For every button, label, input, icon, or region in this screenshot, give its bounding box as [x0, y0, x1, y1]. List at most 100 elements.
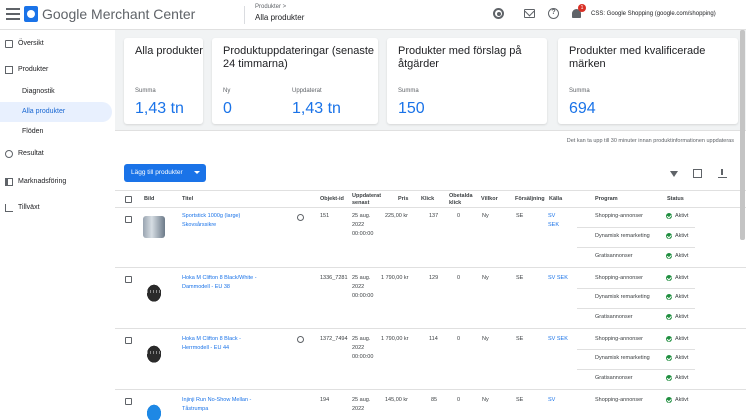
card-value: 1,43 tn — [135, 100, 184, 117]
status-label: Aktivt — [675, 253, 689, 259]
sidebar-item-diagnostik[interactable]: Diagnostik — [0, 82, 112, 102]
program-name: Shopping-annonser — [595, 213, 644, 219]
status-label: Aktivt — [675, 397, 689, 403]
status-label: Aktivt — [675, 233, 689, 239]
select-all-checkbox[interactable] — [125, 196, 132, 203]
dropdown-caret-icon — [194, 171, 200, 174]
card-value: 694 — [569, 100, 596, 117]
mail-icon[interactable] — [524, 9, 535, 18]
active-status-icon — [666, 213, 672, 219]
info-icon[interactable] — [297, 336, 304, 343]
sidebar-item-label: Marknadsföring — [18, 178, 67, 185]
add-products-button[interactable]: Lägg till produkter — [124, 164, 206, 182]
table-row[interactable]: Hoka M Clifton 8 Black - Herrmodell - EU… — [115, 329, 746, 390]
column-header-program[interactable]: Program — [595, 194, 618, 203]
sidebar-item-label: Tillväxt — [18, 204, 40, 211]
card-qualified-brands[interactable]: Produkter med kvalificerade märken Summa… — [558, 38, 738, 124]
columns-icon[interactable] — [693, 169, 702, 178]
sidebar-item-produkter[interactable]: Produkter — [0, 60, 112, 80]
source-link[interactable]: SV SEK — [548, 335, 568, 344]
object-id: 1372_7494 — [320, 336, 348, 342]
status-label: Aktivt — [675, 355, 689, 361]
product-title-link[interactable]: Hoka M Clifton 8 Black - Herrmodell - EU… — [182, 335, 267, 353]
download-icon[interactable] — [718, 169, 727, 178]
card-all-products[interactable]: Alla produkter Summa 1,43 tn — [124, 38, 203, 124]
top-app-bar: Google Merchant Center Produkter > Alla … — [0, 0, 746, 30]
unpaid-clicks: 0 — [457, 275, 461, 281]
help-icon[interactable]: ? — [548, 8, 559, 19]
account-name[interactable]: CSS: Google Shopping (google.com/shoppin… — [591, 11, 716, 17]
card-label: Summa — [569, 88, 590, 94]
sidebar-item-label: Diagnostik — [22, 88, 55, 95]
program-name: Shopping-annonser — [595, 397, 644, 403]
update-notice: Det kan ta upp till 30 minuter innan pro… — [566, 138, 734, 144]
column-header-title[interactable]: Titel — [182, 194, 193, 203]
clicks: 137 — [429, 213, 439, 219]
app-name: Google Merchant Center — [42, 6, 196, 22]
sidebar-item-alla-produkter[interactable]: Alla produkter — [0, 102, 112, 122]
product-title-link[interactable]: Injinji Run No-Show Mellan - Tåstrumpa — [182, 396, 267, 414]
marketing-icon — [5, 178, 13, 186]
table-row[interactable]: Sportstick 1000g (large) Skovsårssikre 1… — [115, 208, 746, 268]
unpaid-clicks: 0 — [457, 397, 461, 403]
condition: Ny — [482, 275, 489, 281]
product-title-link[interactable]: Hoka M Clifton 8 Black/White - Dammodell… — [182, 274, 267, 292]
product-image — [143, 341, 165, 363]
sidebar-item-tillvaxt[interactable]: Tillväxt — [0, 198, 112, 218]
menu-icon[interactable] — [6, 8, 20, 20]
settings-gear-icon[interactable] — [493, 8, 504, 19]
divider — [244, 6, 245, 24]
info-icon[interactable] — [297, 214, 304, 221]
main-content: Alla produkter Summa 1,43 tn Produktuppd… — [115, 30, 746, 420]
clicks: 129 — [429, 275, 439, 281]
breadcrumb-parent[interactable]: Produkter > — [255, 4, 286, 10]
source-currency[interactable]: SEK — [548, 221, 559, 230]
column-header-object-id[interactable]: Objekt-id — [320, 194, 344, 203]
card-product-updates[interactable]: Produktuppdateringar (senaste 24 timmarn… — [212, 38, 378, 124]
filter-icon[interactable] — [670, 171, 678, 177]
unpaid-clicks: 0 — [457, 336, 461, 342]
price: 145,00 kr — [385, 397, 408, 403]
table-row[interactable]: Hoka M Clifton 8 Black/White - Dammodell… — [115, 268, 746, 329]
column-header-condition[interactable]: Villkor — [481, 194, 498, 203]
program-name: Shopping-annonser — [595, 336, 644, 342]
column-header-updated[interactable]: Uppdaterat senast — [352, 191, 382, 207]
card-value: 150 — [398, 100, 425, 117]
status-label: Aktivt — [675, 375, 689, 381]
source-link[interactable]: SV SEK — [548, 274, 568, 283]
product-title-link[interactable]: Sportstick 1000g (large) Skovsårssikre — [182, 212, 262, 230]
column-header-unpaid-clicks[interactable]: Obetalda klick — [449, 191, 475, 207]
row-checkbox[interactable] — [125, 276, 132, 283]
column-header-status[interactable]: Status — [667, 194, 684, 203]
row-checkbox[interactable] — [125, 398, 132, 405]
column-header-source[interactable]: Källa — [549, 194, 562, 203]
unpaid-clicks: 0 — [457, 213, 461, 219]
status-label: Aktivt — [675, 275, 689, 281]
sidebar-item-oversikt[interactable]: Översikt — [0, 34, 112, 54]
card-suggested-actions[interactable]: Produkter med förslag på åtgärder Summa … — [387, 38, 547, 124]
row-checkbox[interactable] — [125, 337, 132, 344]
country: SE — [516, 397, 524, 403]
divider — [577, 247, 695, 248]
column-header-clicks[interactable]: Klick — [421, 194, 434, 203]
program-name: Dynamisk remarketing — [595, 294, 650, 300]
active-status-icon — [666, 397, 672, 403]
sidebar-item-marknadsforing[interactable]: Marknadsföring — [0, 172, 112, 192]
active-status-icon — [666, 375, 672, 381]
source-language[interactable]: SV — [548, 212, 555, 221]
sidebar-item-floden[interactable]: Flöden — [0, 122, 112, 142]
page-scrollbar[interactable] — [740, 30, 745, 240]
column-header-price[interactable]: Pris — [398, 194, 408, 203]
page-title: Alla produkter — [255, 13, 305, 22]
table-row[interactable]: Injinji Run No-Show Mellan - Tåstrumpa 1… — [115, 390, 746, 420]
source-link[interactable]: SV — [548, 396, 555, 405]
program-name: Shopping-annonser — [595, 275, 644, 281]
row-checkbox[interactable] — [125, 216, 132, 223]
updated-year: 2022 — [352, 284, 365, 290]
column-header-country[interactable]: Försäljning — [515, 194, 545, 203]
program-name: Dynamisk remarketing — [595, 355, 650, 361]
active-status-icon — [666, 314, 672, 320]
active-status-icon — [666, 294, 672, 300]
program-name: Dynamisk remarketing — [595, 233, 650, 239]
sidebar-item-resultat[interactable]: Resultat — [0, 144, 112, 164]
